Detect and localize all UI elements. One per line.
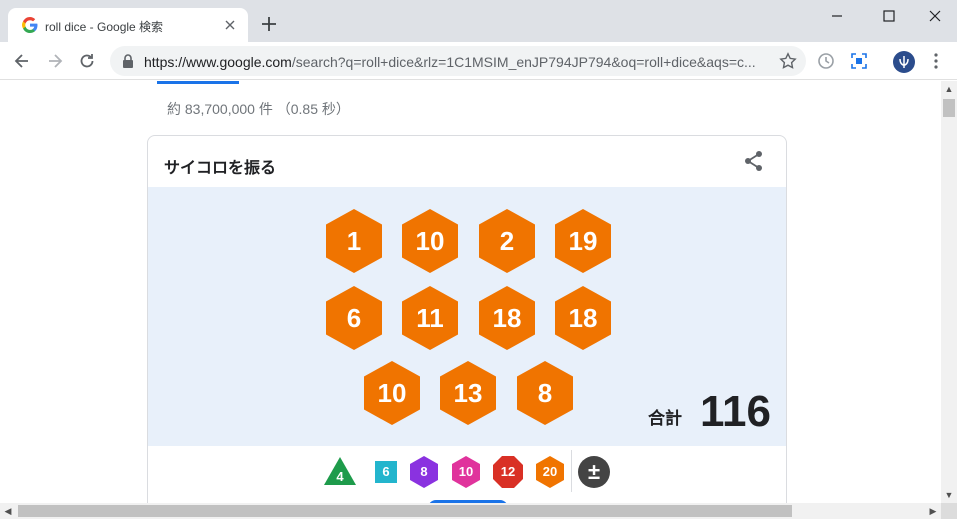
die-result: 11 [400,284,460,352]
history-extension-icon[interactable] [816,51,836,71]
total-label: 合計 [648,409,682,428]
dice-type-label: ± [587,459,601,484]
die-result: 13 [438,359,498,427]
horizontal-scroll-thumb[interactable] [18,505,792,517]
dice-type-button-d4[interactable]: 4 [322,454,358,490]
dice-type-label: 6 [382,464,390,479]
die-value: 10 [415,226,445,256]
share-icon[interactable] [742,149,766,173]
scroll-right-arrow-icon[interactable]: ▶ [925,503,941,519]
browser-toolbar: https://www.google.com/search?q=roll+dic… [0,42,957,80]
die-value: 18 [492,303,522,333]
die-value: 13 [453,378,483,408]
tab-strip: roll dice - Google 検索 [0,0,957,42]
die-result: 6 [324,284,384,352]
result-stats: 約 83,700,000 件 （0.85 秒） [167,101,350,117]
menu-kebab-icon[interactable] [926,51,946,71]
dice-type-label: 4 [336,469,344,484]
dice-type-label: 10 [458,464,474,479]
die-result: 18 [477,284,537,352]
close-window-icon[interactable] [924,6,946,26]
die-result: 18 [553,284,613,352]
active-search-tab-indicator [157,81,239,84]
die-value: 8 [537,378,553,408]
url-text[interactable]: https://www.google.com/search?q=roll+dic… [144,54,764,70]
horizontal-scrollbar[interactable]: ◀ ▶ [0,503,941,519]
reload-icon[interactable] [77,51,97,71]
die-result: 10 [400,207,460,275]
die-result: 8 [515,359,575,427]
picker-divider [571,450,572,492]
browser-tab[interactable]: roll dice - Google 検索 [8,8,248,42]
die-value: 6 [346,303,362,333]
vertical-scroll-thumb[interactable] [943,99,955,117]
back-arrow-icon[interactable] [12,51,32,71]
profile-avatar[interactable] [893,51,915,73]
maximize-icon[interactable] [878,6,900,26]
die-value: 10 [377,378,407,408]
bookmark-star-icon[interactable] [779,52,797,70]
dice-type-button-d6[interactable]: 6 [368,454,404,490]
scroll-down-arrow-icon[interactable]: ▼ [941,487,957,503]
card-title: サイコロを振る [164,160,277,177]
forward-arrow-icon[interactable] [45,51,65,71]
address-bar[interactable]: https://www.google.com/search?q=roll+dic… [110,46,806,76]
dice-type-picker: 4 6 8 10 12 20 ± [148,446,786,503]
dice-type-button-d10[interactable]: 10 [448,454,484,490]
dice-type-label: 12 [500,464,516,479]
new-tab-plus-icon[interactable] [260,15,278,33]
dice-area[interactable]: 1 10 2 19 6 11 18 18 10 13 8 合計 116 [148,187,786,446]
page-content: 約 83,700,000 件 （0.85 秒） サイコロを振る 1 10 2 19 6 1… [0,81,941,503]
die-value: 19 [568,226,598,256]
vertical-scrollbar[interactable]: ▲ ▼ [941,81,957,503]
minimize-icon[interactable] [826,6,848,26]
die-result: 2 [477,207,537,275]
die-value: 18 [568,303,598,333]
url-host: https://www.google.com [144,54,292,70]
die-value: 11 [416,303,444,333]
dice-type-label: 20 [542,464,558,479]
url-path: /search?q=roll+dice&rlz=1C1MSIM_enJP794J… [291,54,756,70]
die-value: 2 [499,226,515,256]
dice-type-label: 8 [420,464,428,479]
profile-emblem-icon [899,56,909,68]
die-result: 10 [362,359,422,427]
lock-icon [123,54,133,68]
total-value: 116 [700,387,771,436]
dice-type-button-custom[interactable]: ± [576,454,612,490]
die-value: 1 [346,226,362,256]
dice-type-button-d8[interactable]: 8 [406,454,442,490]
dice-roller-card: サイコロを振る 1 10 2 19 6 11 18 18 10 13 8 合計 116 4 6 8 10 1… [147,135,787,503]
scroll-left-arrow-icon[interactable]: ◀ [0,503,16,519]
die-result: 1 [324,207,384,275]
dice-type-button-d20[interactable]: 20 [532,454,568,490]
dice-type-button-d12[interactable]: 12 [490,454,526,490]
die-result: 19 [553,207,613,275]
tab-title: roll dice - Google 検索 [45,20,164,34]
scroll-up-arrow-icon[interactable]: ▲ [941,81,957,97]
close-tab-icon[interactable] [222,17,238,33]
google-favicon-icon [22,17,38,33]
scrollbar-corner [941,503,957,519]
screenshot-extension-icon[interactable] [849,51,869,71]
